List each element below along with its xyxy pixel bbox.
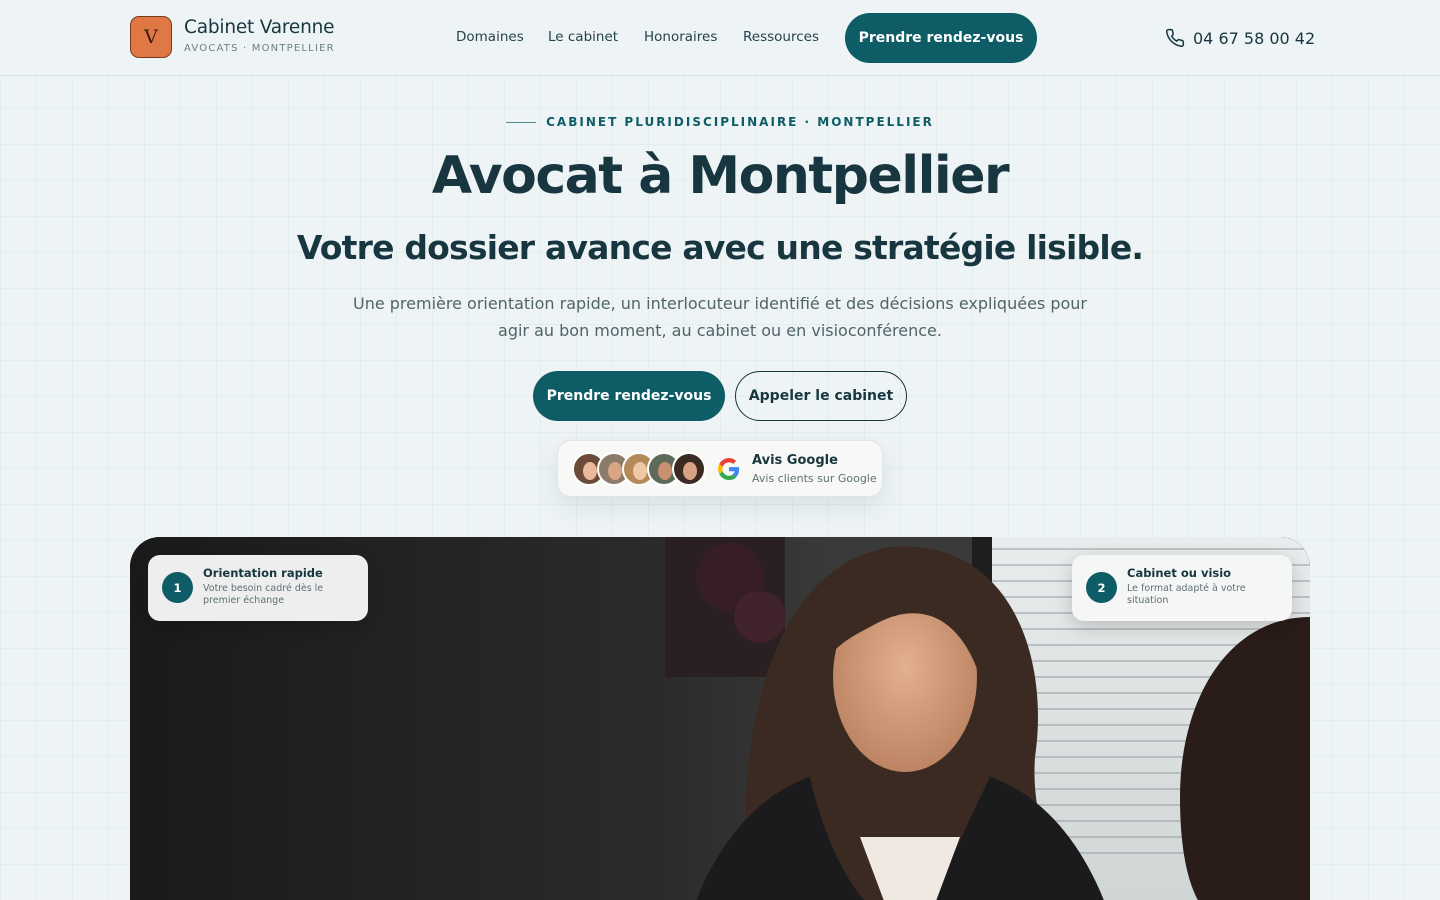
nav-item-ressources[interactable]: Ressources — [743, 29, 819, 45]
step-title: Orientation rapide — [203, 566, 323, 580]
client-avatars — [572, 452, 708, 488]
header-phone-link[interactable]: 04 67 58 00 42 — [1165, 26, 1315, 50]
step-number: 2 — [1086, 572, 1117, 603]
phone-number: 04 67 58 00 42 — [1193, 28, 1316, 48]
step-card-orientation: 1 Orientation rapide Votre besoin cadré … — [148, 555, 368, 621]
page-subtitle: Votre dossier avance avec une stratégie … — [296, 228, 1144, 267]
page-title: Avocat à Montpellier — [431, 146, 1010, 206]
step-text: Le format adapté à votre situation — [1127, 583, 1246, 606]
hero-call-button[interactable]: Appeler le cabinet — [735, 371, 907, 421]
step-card-format: 2 Cabinet ou visio Le format adapté à vo… — [1072, 555, 1292, 621]
eyebrow-divider — [506, 122, 537, 123]
site-header: V Cabinet Varenne AVOCATS · MONTPELLIER … — [0, 0, 1440, 76]
avatar — [672, 452, 706, 486]
eyebrow-text: CABINET PLURIDISCIPLINAIRE · MONTPELLIER — [546, 115, 934, 129]
header-appointment-button[interactable]: Prendre rendez-vous — [845, 13, 1037, 63]
google-reviews-badge[interactable]: Avis Google Avis clients sur Google — [557, 440, 883, 497]
nav-item-honoraires[interactable]: Honoraires — [644, 29, 717, 45]
step-number: 1 — [162, 572, 193, 603]
hero-description: Une première orientation rapide, un inte… — [352, 294, 1087, 340]
reviews-title: Avis Google — [752, 453, 838, 468]
step-text: Votre besoin cadré dès le premier échang… — [203, 583, 324, 606]
google-g-icon — [718, 458, 740, 480]
step-title: Cabinet ou visio — [1127, 566, 1232, 580]
hero-eyebrow: CABINET PLURIDISCIPLINAIRE · MONTPELLIER — [0, 115, 1440, 129]
phone-icon — [1165, 28, 1185, 48]
nav-item-domaines[interactable]: Domaines — [456, 29, 524, 45]
nav-item-le-cabinet[interactable]: Le cabinet — [548, 29, 618, 45]
reviews-subtitle: Avis clients sur Google — [752, 472, 877, 485]
hero-appointment-button[interactable]: Prendre rendez-vous — [533, 371, 725, 421]
